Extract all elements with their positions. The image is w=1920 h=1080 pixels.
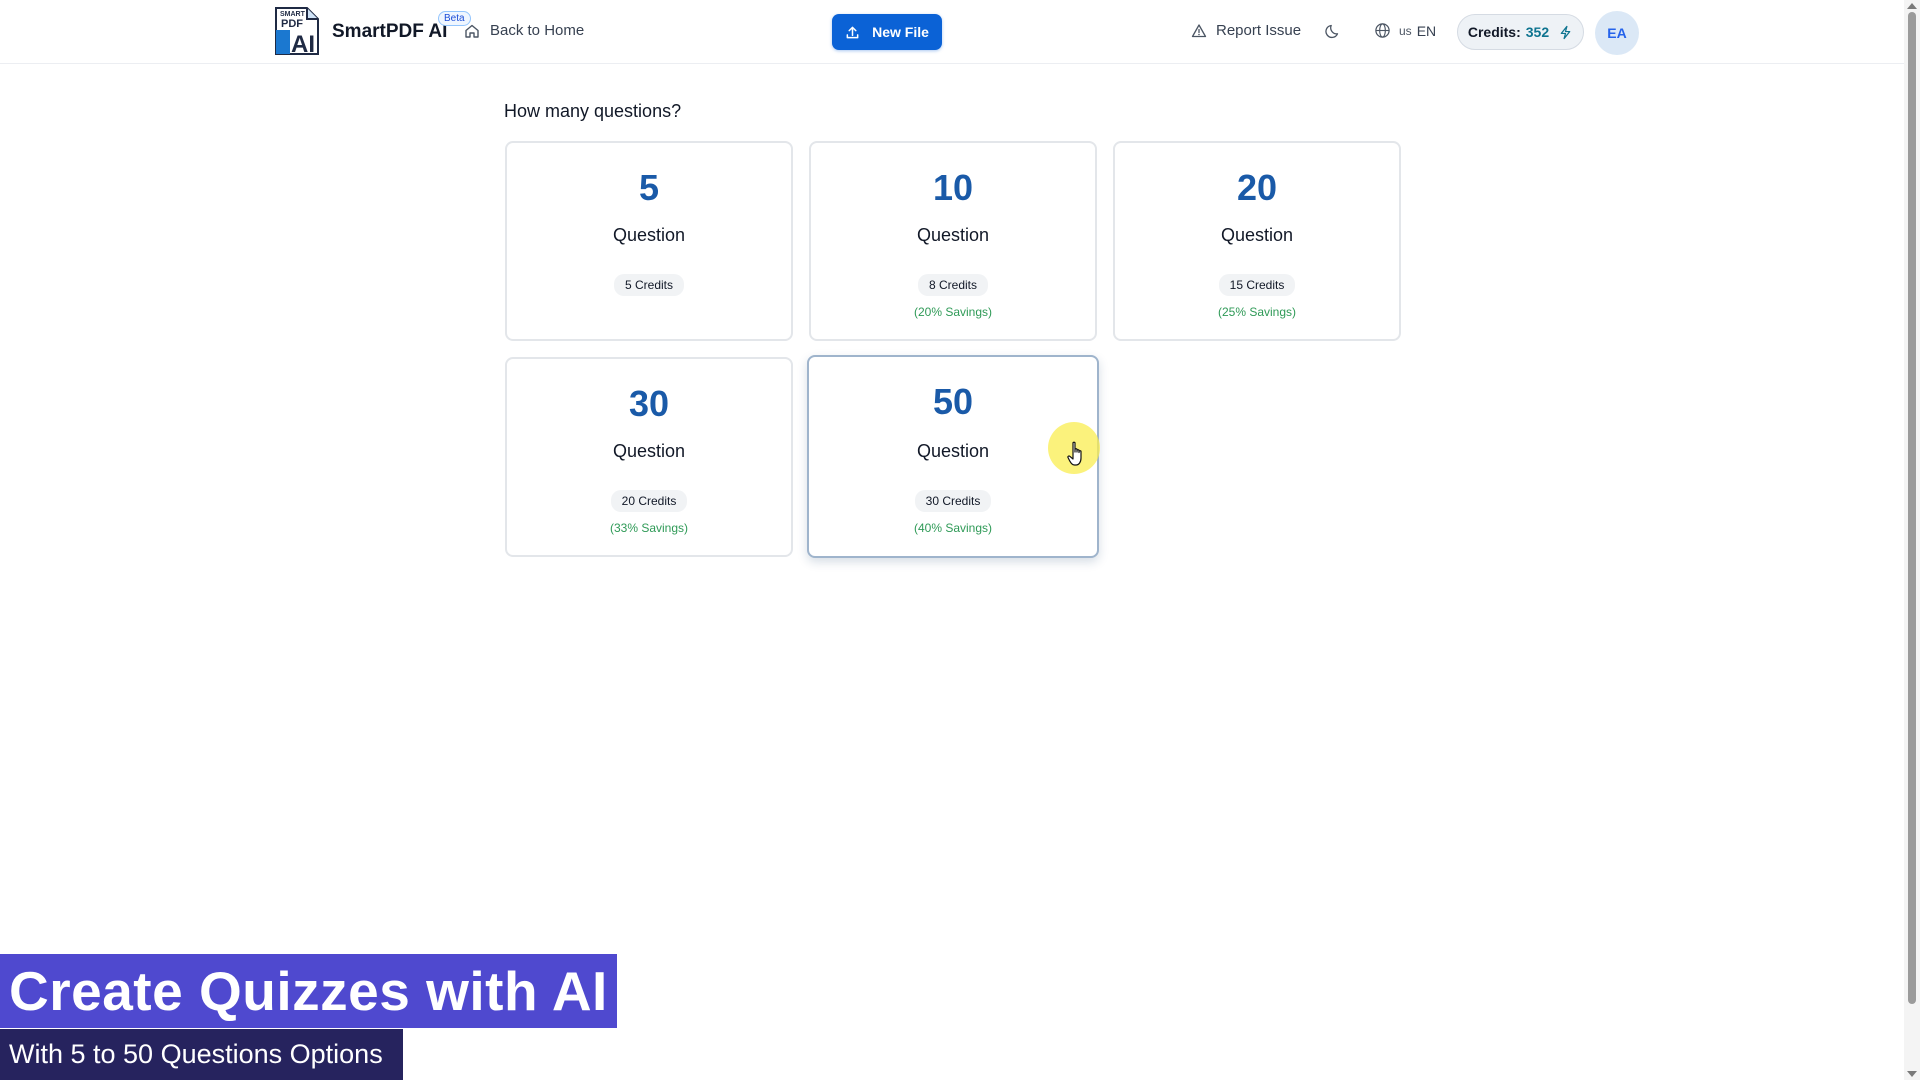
back-to-home-link[interactable]: Back to Home xyxy=(464,22,584,39)
smartpdf-logo[interactable]: SMART PDF AI xyxy=(273,6,321,58)
scrollbar-thumb[interactable] xyxy=(1908,12,1916,1004)
question-option-30[interactable]: 30 Question 20 Credits (33% Savings) xyxy=(505,357,793,557)
savings-text: (20% Savings) xyxy=(913,305,993,319)
upload-icon xyxy=(846,26,859,38)
video-caption-subtitle: With 5 to 50 Questions Options xyxy=(0,1029,403,1080)
scroll-up-arrow-icon[interactable] xyxy=(1907,3,1917,9)
home-icon xyxy=(465,24,479,38)
savings-text: (40% Savings) xyxy=(913,521,993,535)
question-count: 5 xyxy=(638,167,660,208)
credits-label: Credits: xyxy=(1467,24,1521,40)
new-file-label: New File xyxy=(872,24,929,40)
credits-cost-badge: 15 Credits xyxy=(1218,274,1296,296)
top-navbar: SMART PDF AI SmartPDF AI Beta Back to Ho… xyxy=(0,0,1904,64)
language-selector[interactable]: us EN xyxy=(1374,22,1436,39)
question-label: Question xyxy=(916,225,990,245)
credits-cost-badge: 30 Credits xyxy=(914,490,992,512)
question-option-20[interactable]: 20 Question 15 Credits (25% Savings) xyxy=(1113,141,1401,341)
video-caption-title: Create Quizzes with AI xyxy=(0,954,617,1028)
question-option-5[interactable]: 5 Question 5 Credits xyxy=(505,141,793,341)
savings-text: (25% Savings) xyxy=(1217,305,1297,319)
globe-icon xyxy=(1375,23,1390,38)
language-code: EN xyxy=(1416,22,1437,39)
new-file-button[interactable]: New File xyxy=(832,14,942,50)
hand-pointer-icon xyxy=(1067,441,1082,466)
question-count-heading: How many questions? xyxy=(504,101,682,121)
back-to-home-label: Back to Home xyxy=(490,22,585,39)
report-issue-label: Report Issue xyxy=(1216,22,1302,39)
credits-value: 352 xyxy=(1525,24,1550,40)
report-issue-button[interactable]: Report Issue xyxy=(1191,22,1301,39)
question-count: 30 xyxy=(628,383,670,424)
logo-text-ai: AI xyxy=(291,31,315,56)
question-count: 20 xyxy=(1236,167,1278,208)
theme-toggle-button[interactable] xyxy=(1325,22,1345,42)
warning-triangle-icon xyxy=(1191,23,1207,37)
user-avatar[interactable]: EA xyxy=(1595,11,1639,55)
question-option-10[interactable]: 10 Question 8 Credits (20% Savings) xyxy=(809,141,1097,341)
moon-icon xyxy=(1325,24,1339,39)
question-count: 50 xyxy=(932,381,974,422)
logo-text-smart: SMART xyxy=(280,11,306,18)
credits-badge[interactable]: Credits: 352 xyxy=(1457,14,1584,50)
question-label: Question xyxy=(612,225,686,245)
credits-cost-badge: 20 Credits xyxy=(610,490,688,512)
credits-cost-badge: 8 Credits xyxy=(917,274,989,296)
logo-text-pdf: PDF xyxy=(281,18,303,30)
question-count: 10 xyxy=(932,167,974,208)
logo-document-icon: SMART PDF AI xyxy=(275,7,319,58)
question-label: Question xyxy=(612,441,686,461)
brand-name[interactable]: SmartPDF AI xyxy=(332,21,447,43)
page-scrollbar[interactable] xyxy=(1904,0,1920,1080)
savings-text: (33% Savings) xyxy=(609,521,689,535)
credits-cost-badge: 5 Credits xyxy=(613,274,685,296)
scroll-down-arrow-icon[interactable] xyxy=(1907,1071,1917,1077)
question-label: Question xyxy=(1220,225,1294,245)
lightning-icon xyxy=(1560,25,1571,39)
page: SMART PDF AI SmartPDF AI Beta Back to Ho… xyxy=(0,0,1920,1080)
language-flag: us xyxy=(1399,23,1412,38)
